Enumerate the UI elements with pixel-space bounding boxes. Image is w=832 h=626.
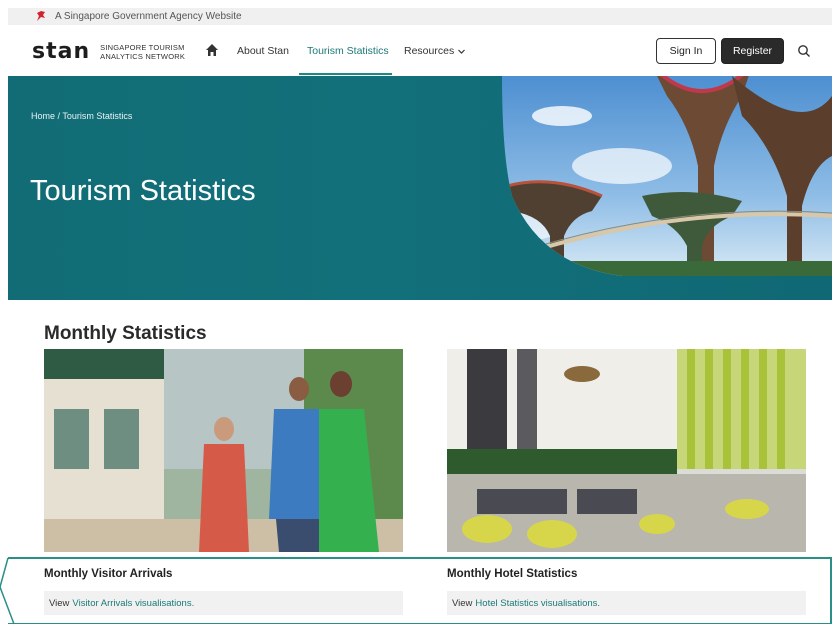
- card-link-visitor-arrivals: View Visitor Arrivals visualisations.: [44, 591, 403, 615]
- lion-head-icon: [37, 11, 45, 21]
- page-title: Tourism Statistics: [30, 175, 256, 207]
- chevron-down-icon: [458, 49, 466, 54]
- visitor-arrivals-link[interactable]: Visitor Arrivals visualisations.: [72, 598, 194, 609]
- nav-resources-label: Resources: [404, 45, 455, 57]
- logo-tagline: SINGAPORE TOURISM ANALYTICS NETWORK: [100, 43, 185, 61]
- logo-line-2: ANALYTICS NETWORK: [100, 52, 186, 61]
- gov-banner: A Singapore Government Agency Website: [8, 8, 832, 25]
- section-title: Monthly Statistics: [44, 323, 207, 344]
- logo-mark: stan: [32, 39, 91, 64]
- stan-logo[interactable]: stan SINGAPORE TOURISM ANALYTICS NETWORK: [32, 41, 185, 63]
- gov-banner-text: A Singapore Government Agency Website: [55, 11, 242, 22]
- visitor-arrivals-image[interactable]: [44, 349, 403, 552]
- hero-banner: Home / Tourism Statistics Tourism Statis…: [8, 76, 832, 300]
- card-link-hotel-statistics: View Hotel Statistics visualisations.: [447, 591, 806, 615]
- top-navigation: stan SINGAPORE TOURISM ANALYTICS NETWORK…: [8, 26, 832, 76]
- home-icon[interactable]: [205, 43, 219, 57]
- register-button[interactable]: Register: [721, 38, 784, 64]
- hotel-lobby-photo: [447, 349, 806, 552]
- view-prefix: View: [49, 597, 70, 609]
- nav-resources[interactable]: Resources: [404, 45, 466, 57]
- tourists-photo: [44, 349, 403, 552]
- hotel-statistics-link[interactable]: Hotel Statistics visualisations.: [475, 598, 600, 609]
- active-tab-indicator: [299, 73, 392, 75]
- view-prefix: View: [452, 597, 473, 609]
- hotel-statistics-image[interactable]: [447, 349, 806, 552]
- search-icon[interactable]: [797, 44, 811, 58]
- card-title-visitor-arrivals: Monthly Visitor Arrivals: [44, 568, 173, 580]
- highlight-frame-corner: [0, 557, 15, 625]
- sign-in-button[interactable]: Sign In: [656, 38, 716, 64]
- card-title-hotel-statistics: Monthly Hotel Statistics: [447, 568, 578, 580]
- logo-line-1: SINGAPORE TOURISM: [100, 43, 185, 52]
- breadcrumb[interactable]: Home / Tourism Statistics: [31, 111, 132, 121]
- nav-about-stan[interactable]: About Stan: [237, 45, 289, 57]
- gardens-by-the-bay-photo: [502, 76, 832, 276]
- nav-tourism-statistics[interactable]: Tourism Statistics: [307, 45, 389, 57]
